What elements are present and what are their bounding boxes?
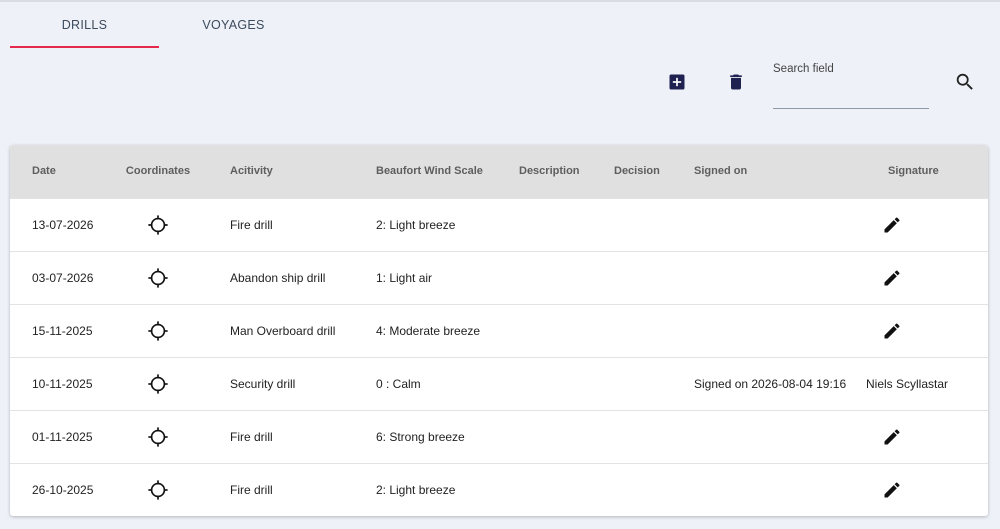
crosshair-icon[interactable]: [146, 213, 170, 237]
cell-decision: [592, 304, 672, 357]
cell-signature[interactable]: [866, 304, 988, 357]
crosshair-icon[interactable]: [146, 425, 170, 449]
cell-signed-on: [672, 251, 866, 304]
cell-date: 13-07-2026: [32, 217, 94, 232]
cell-activity: Security drill: [230, 376, 296, 391]
cell-activity: Abandon ship drill: [230, 270, 326, 285]
cell-signature[interactable]: [866, 410, 988, 463]
cell-decision: [592, 357, 672, 410]
search-icon: [956, 73, 973, 90]
tab-voyages[interactable]: VOYAGES: [159, 0, 308, 50]
crosshair-icon[interactable]: [146, 319, 170, 343]
cell-date: 26-10-2025: [32, 482, 94, 497]
cell-beaufort: 2: Light breeze: [376, 482, 456, 497]
table-row[interactable]: 01-11-2025 Fire drill 6: Strong breeze: [10, 410, 988, 463]
cell-activity: Fire drill: [230, 217, 273, 232]
cell-coordinates[interactable]: [108, 198, 208, 251]
cell-description: [497, 251, 592, 304]
cell-description: [497, 463, 592, 516]
table-row[interactable]: 03-07-2026 Abandon ship drill 1: Light air: [10, 251, 988, 304]
header-coordinates[interactable]: Coordinates: [108, 145, 208, 198]
search-input[interactable]: [773, 58, 929, 108]
cell-date: 10-11-2025: [32, 376, 93, 391]
tab-bar: DRILLS VOYAGES: [10, 0, 308, 50]
cell-signed-on: [672, 304, 866, 357]
cell-coordinates[interactable]: [108, 251, 208, 304]
cell-beaufort: 1: Light air: [376, 270, 433, 285]
header-decision[interactable]: Decision: [592, 145, 672, 198]
add-box-icon: [669, 74, 685, 90]
cell-activity: Man Overboard drill: [230, 323, 336, 338]
cell-coordinates[interactable]: [108, 304, 208, 357]
pencil-icon[interactable]: [880, 266, 904, 290]
cell-coordinates[interactable]: [108, 410, 208, 463]
search-button[interactable]: [953, 70, 977, 94]
cell-signed-on: [672, 198, 866, 251]
cell-decision: [592, 410, 672, 463]
table-row[interactable]: 15-11-2025 Man Overboard drill 4: Moderate…: [10, 304, 988, 357]
header-signed-on[interactable]: Signed on: [672, 145, 866, 198]
pencil-icon[interactable]: [880, 319, 904, 343]
delete-button[interactable]: [724, 70, 748, 94]
cell-signed-on: [672, 410, 866, 463]
header-description[interactable]: Description: [497, 145, 592, 198]
cell-signed-on: [672, 463, 866, 516]
cell-date: 01-11-2025: [32, 429, 93, 444]
crosshair-icon[interactable]: [146, 372, 170, 396]
table-row[interactable]: 10-11-2025 Security drill 0 : Calm Signed o…: [10, 357, 988, 410]
crosshair-icon[interactable]: [146, 266, 170, 290]
cell-signature[interactable]: [866, 198, 988, 251]
cell-beaufort: 0 : Calm: [376, 376, 421, 391]
cell-signature[interactable]: [866, 463, 988, 516]
header-activity[interactable]: Acitivity: [208, 145, 354, 198]
tab-drills[interactable]: DRILLS: [10, 0, 159, 50]
cell-beaufort: 4: Moderate breeze: [376, 323, 481, 338]
cell-signature: Niels Scyllastar: [866, 376, 949, 391]
cell-description: [497, 410, 592, 463]
pencil-icon[interactable]: [880, 213, 904, 237]
pencil-icon[interactable]: [880, 478, 904, 502]
drills-table-card: Date Coordinates Acitivity Beaufort Wind…: [10, 145, 988, 516]
header-beaufort[interactable]: Beaufort Wind Scale: [354, 145, 497, 198]
header-signature[interactable]: Signature: [866, 145, 988, 198]
cell-signed-on: Signed on 2026-08-04 19:16: [694, 376, 847, 391]
search-field-container: [773, 58, 929, 109]
cell-description: [497, 357, 592, 410]
cell-date: 03-07-2026: [32, 270, 94, 285]
drills-table: Date Coordinates Acitivity Beaufort Wind…: [10, 145, 988, 516]
cell-signature[interactable]: [866, 251, 988, 304]
cell-beaufort: 2: Light breeze: [376, 217, 456, 232]
table-header-row: Date Coordinates Acitivity Beaufort Wind…: [10, 145, 988, 198]
cell-description: [497, 198, 592, 251]
cell-activity: Fire drill: [230, 482, 273, 497]
cell-activity: Fire drill: [230, 429, 273, 444]
cell-date: 15-11-2025: [32, 323, 93, 338]
cell-decision: [592, 251, 672, 304]
cell-coordinates[interactable]: [108, 463, 208, 516]
cell-decision: [592, 463, 672, 516]
crosshair-icon[interactable]: [146, 478, 170, 502]
table-row[interactable]: 13-07-2026 Fire drill 2: Light breeze: [10, 198, 988, 251]
cell-beaufort: 6: Strong breeze: [376, 429, 465, 444]
trash-icon: [730, 74, 742, 90]
cell-decision: [592, 198, 672, 251]
cell-description: [497, 304, 592, 357]
header-date[interactable]: Date: [10, 145, 108, 198]
add-button[interactable]: [665, 70, 689, 94]
cell-coordinates[interactable]: [108, 357, 208, 410]
table-row[interactable]: 26-10-2025 Fire drill 2: Light breeze: [10, 463, 988, 516]
pencil-icon[interactable]: [880, 425, 904, 449]
